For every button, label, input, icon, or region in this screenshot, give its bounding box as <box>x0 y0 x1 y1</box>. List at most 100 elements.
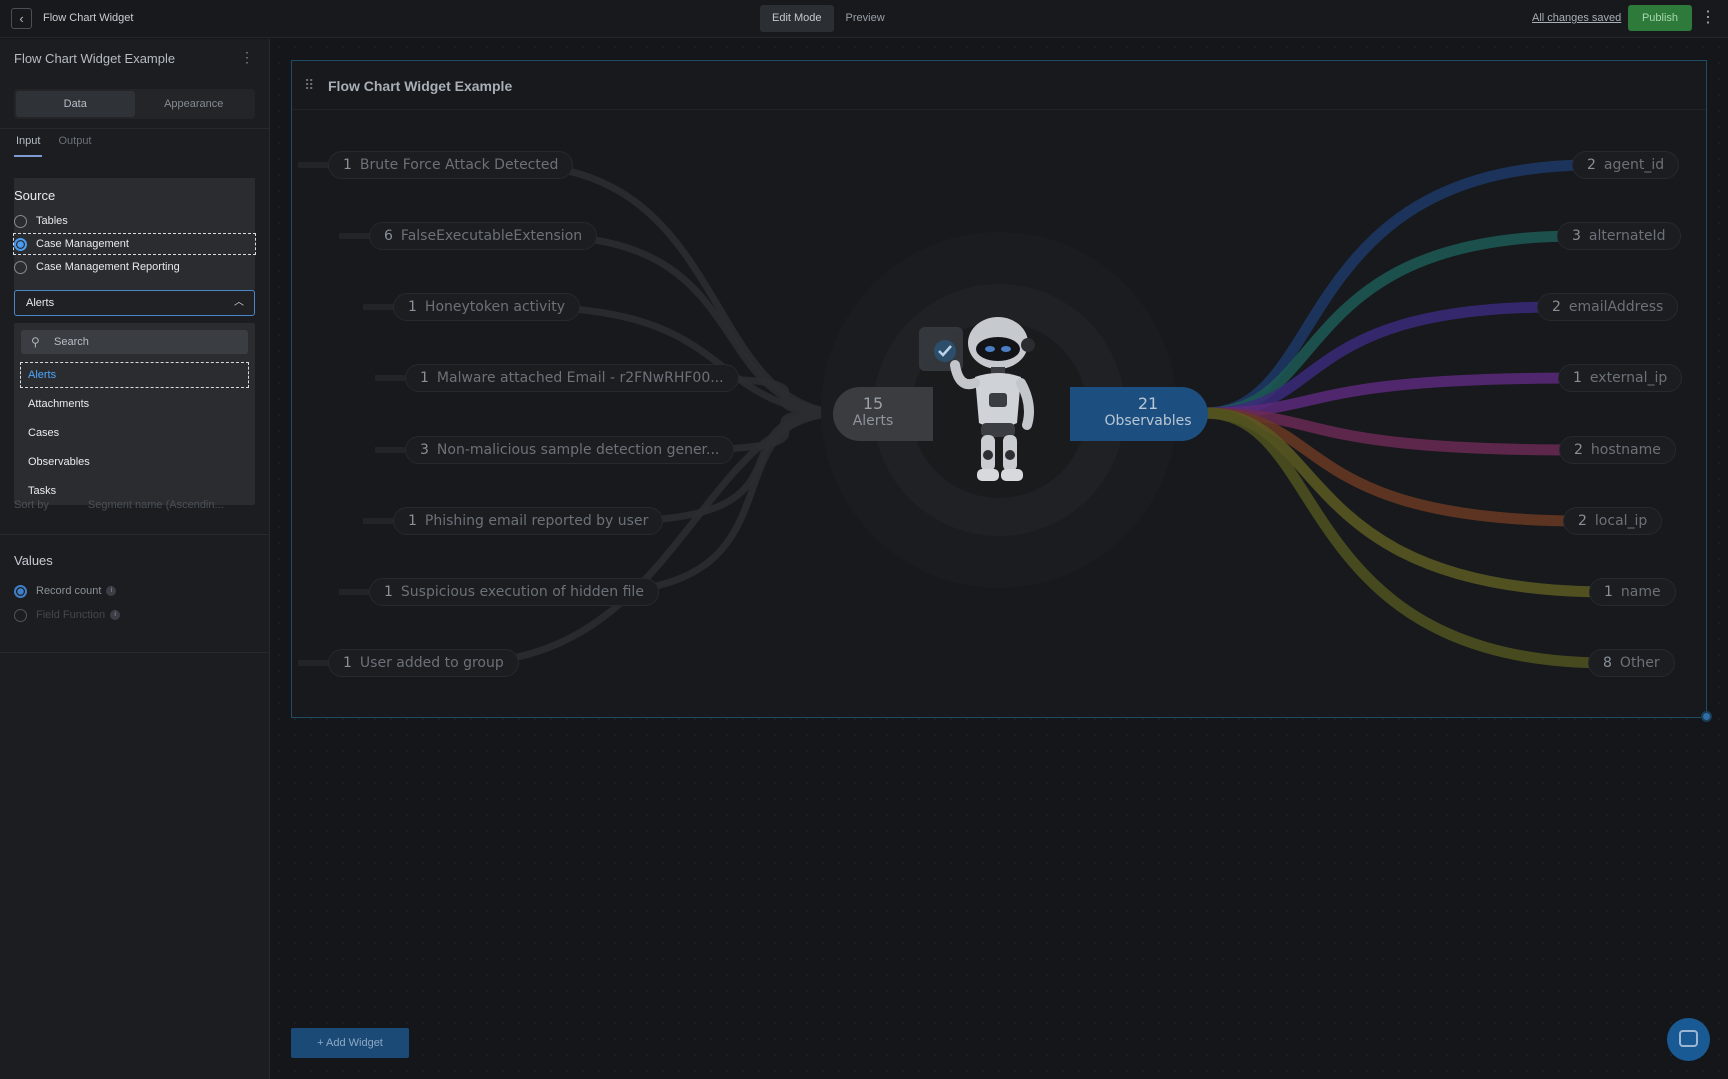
right-item-pill[interactable]: 2 local_ip <box>1563 507 1663 535</box>
robot-arm-right <box>1016 378 1034 430</box>
chat-support-button[interactable] <box>1667 1018 1710 1061</box>
left-item-pill[interactable]: 3 Non-malicious sample detection gener... <box>405 436 735 464</box>
data-tab[interactable]: Data <box>16 91 135 117</box>
radio-button-checked[interactable] <box>14 237 27 251</box>
resize-handle[interactable] <box>1701 711 1712 722</box>
left-item-count: 1 <box>408 299 417 315</box>
alerts-label: Alerts <box>852 413 894 429</box>
source-option-case-management-reporting[interactable]: Case Management Reporting <box>14 257 255 277</box>
edit-mode-tab[interactable]: Edit Mode <box>760 5 834 32</box>
observables-label: Observables <box>1104 413 1192 429</box>
left-item-pill[interactable]: 1 Honeytoken activity <box>393 293 580 321</box>
top-bar: ‹ Flow Chart Widget Edit Mode Preview Al… <box>0 0 1728 38</box>
radio-button[interactable] <box>14 214 27 228</box>
preview-tab[interactable]: Preview <box>834 5 897 32</box>
right-item-count: 2 <box>1574 442 1583 458</box>
right-item-label: local_ip <box>1594 513 1648 529</box>
left-item-pill[interactable]: 1 Brute Force Attack Detected <box>328 151 574 179</box>
dropdown-item-alerts[interactable]: Alerts <box>20 362 249 388</box>
left-item-label: FalseExecutableExtension <box>400 228 583 244</box>
right-item-label: alternateId <box>1588 228 1666 244</box>
search-placeholder: Search <box>54 336 89 348</box>
left-item-count: 1 <box>343 157 352 173</box>
publish-button[interactable]: Publish <box>1628 5 1692 31</box>
alerts-count: 15 <box>862 394 884 413</box>
right-item-pill[interactable]: 1 name <box>1589 578 1676 606</box>
sort-by-value: Segment name (Ascendin... <box>87 499 224 511</box>
info-icon[interactable]: i <box>106 586 117 596</box>
robot-arm-left <box>950 360 980 390</box>
sort-by-label: Sort by <box>14 499 49 511</box>
drag-handle-icon[interactable]: ⠿ <box>304 77 314 94</box>
right-item-pill[interactable]: 3 alternateId <box>1557 222 1681 250</box>
source-option-tables[interactable]: Tables <box>14 211 255 231</box>
output-tab[interactable]: Output <box>56 133 93 157</box>
more-options-icon[interactable]: ⋮ <box>1700 9 1716 27</box>
left-item-pill[interactable]: 1 User added to group <box>328 649 519 677</box>
radio-button-checked[interactable] <box>14 584 27 598</box>
dropdown-item-attachments[interactable]: Attachments <box>21 392 248 416</box>
radio-button[interactable] <box>14 260 27 274</box>
source-section: Source Tables Case Management Case Manag… <box>13 178 256 295</box>
input-output-tabs: Input Output <box>14 133 94 157</box>
values-label: Values <box>14 553 53 568</box>
add-widget-button[interactable]: + Add Widget <box>291 1028 409 1058</box>
right-item-pill[interactable]: 2 hostname <box>1559 436 1676 464</box>
page-title: Flow Chart Widget <box>43 12 134 24</box>
left-item-label: Brute Force Attack Detected <box>359 157 559 173</box>
left-item-pill[interactable]: 1 Suspicious execution of hidden file <box>369 578 659 606</box>
left-item-pill[interactable]: 1 Malware attached Email - r2FNwRHF00... <box>405 364 739 392</box>
widget-header: ⠿ Flow Chart Widget Example <box>292 61 1706 110</box>
right-item-pill[interactable]: 2 emailAddress <box>1537 293 1679 321</box>
right-item-pill[interactable]: 1 external_ip <box>1558 364 1683 392</box>
source-option-label: Case Management <box>36 238 129 250</box>
saved-status-link[interactable]: All changes saved <box>1532 12 1621 24</box>
back-button[interactable]: ‹ <box>11 8 32 29</box>
left-item-count: 1 <box>420 370 429 386</box>
left-item-count: 1 <box>343 655 352 671</box>
info-icon[interactable]: i <box>110 610 121 620</box>
value-option-label: Field Function <box>36 609 106 621</box>
right-item-pill[interactable]: 8 Other <box>1588 649 1675 677</box>
right-item-label: external_ip <box>1589 370 1668 386</box>
data-appearance-switch: Data Appearance <box>14 89 255 119</box>
divider <box>0 128 270 129</box>
radio-button[interactable] <box>14 608 27 622</box>
right-item-label: name <box>1620 584 1661 600</box>
input-tab[interactable]: Input <box>14 133 43 157</box>
value-option-record-count[interactable]: Record count i <box>14 582 117 600</box>
alerts-hub[interactable]: 15 Alerts <box>833 387 933 441</box>
sidebar-title: Flow Chart Widget Example <box>14 51 176 66</box>
dropdown-search-input[interactable]: ⚲ Search <box>21 330 248 354</box>
right-item-count: 1 <box>1604 584 1613 600</box>
source-label: Source <box>14 188 56 203</box>
widget-title: Flow Chart Widget Example <box>328 78 513 94</box>
right-item-label: Other <box>1619 655 1660 671</box>
dropdown-item-observables[interactable]: Observables <box>21 450 248 474</box>
divider <box>0 534 270 535</box>
left-item-pill[interactable]: 1 Phishing email reported by user <box>393 507 664 535</box>
select-value: Alerts <box>26 297 55 309</box>
mode-switch: Edit Mode Preview <box>760 5 897 32</box>
entity-select[interactable]: Alerts ︿ <box>14 290 255 316</box>
left-item-count: 6 <box>384 228 393 244</box>
sidebar-menu-icon[interactable]: ⋮ <box>240 49 254 66</box>
right-item-count: 2 <box>1552 299 1561 315</box>
source-option-label: Tables <box>36 215 68 227</box>
dropdown-item-cases[interactable]: Cases <box>21 421 248 445</box>
source-option-case-management[interactable]: Case Management <box>13 233 256 255</box>
value-option-field-function[interactable]: Field Function i <box>14 606 121 624</box>
observables-hub[interactable]: 21 Observables <box>1070 387 1208 441</box>
left-item-count: 3 <box>420 442 429 458</box>
right-item-label: hostname <box>1590 442 1661 458</box>
appearance-tab[interactable]: Appearance <box>135 91 254 117</box>
right-item-pill[interactable]: 2 agent_id <box>1572 151 1680 179</box>
right-item-count: 2 <box>1578 513 1587 529</box>
entity-dropdown: ⚲ Search Alerts Attachments Cases Observ… <box>14 323 255 505</box>
divider <box>0 652 270 653</box>
left-item-pill[interactable]: 6 FalseExecutableExtension <box>369 222 598 250</box>
settings-sidebar: Flow Chart Widget Example ⋮ Data Appeara… <box>0 39 270 1079</box>
sort-by-row[interactable]: Sort by Segment name (Ascendin... <box>14 499 224 511</box>
right-item-count: 3 <box>1572 228 1581 244</box>
left-item-label: Honeytoken activity <box>424 299 565 315</box>
